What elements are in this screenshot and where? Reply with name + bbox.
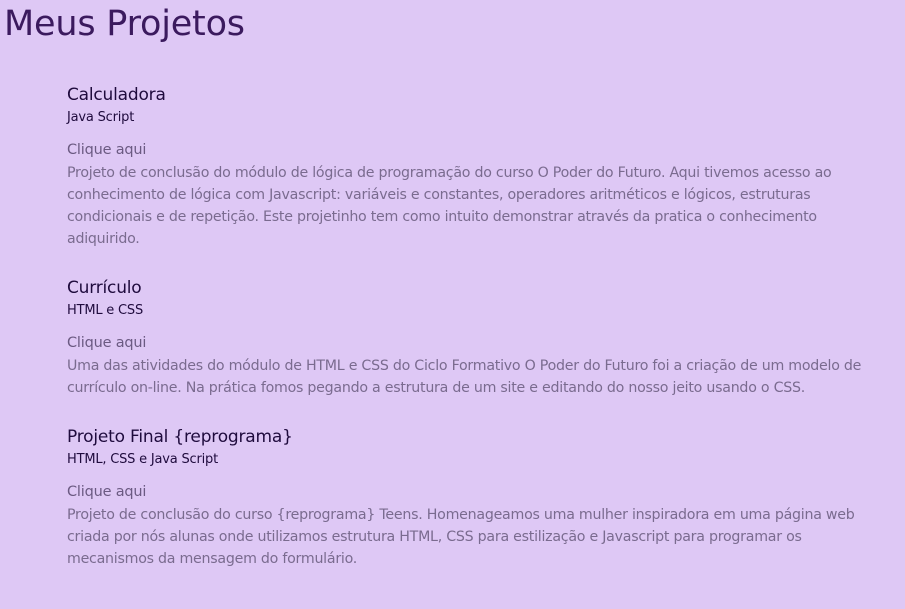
project-title: Currículo — [67, 278, 142, 298]
project-tech: HTML e CSS — [67, 303, 144, 318]
project-description: Uma das atividades do módulo de HTML e C… — [67, 358, 862, 396]
page-title: Meus Projetos — [4, 4, 245, 44]
project-card-projeto-final: Projeto Final {reprograma} HTML, CSS e J… — [67, 424, 867, 570]
project-link[interactable]: Clique aqui — [67, 331, 146, 355]
project-title: Calculadora — [67, 85, 166, 105]
project-tech: HTML, CSS e Java Script — [67, 452, 218, 467]
project-tech: Java Script — [67, 110, 135, 125]
project-link[interactable]: Clique aqui — [67, 138, 146, 162]
project-card-calculadora: Calculadora Java Script Clique aqui Proj… — [67, 82, 867, 250]
project-description: Projeto de conclusão do curso {reprogram… — [67, 507, 855, 567]
project-description: Projeto de conclusão do módulo de lógica… — [67, 165, 832, 247]
project-link[interactable]: Clique aqui — [67, 480, 146, 504]
page: Meus Projetos Calculadora Java Script Cl… — [0, 0, 905, 609]
project-card-curriculo: Currículo HTML e CSS Clique aqui Uma das… — [67, 275, 867, 399]
project-title: Projeto Final {reprograma} — [67, 427, 293, 447]
projects-list: Calculadora Java Script Clique aqui Proj… — [67, 82, 867, 570]
